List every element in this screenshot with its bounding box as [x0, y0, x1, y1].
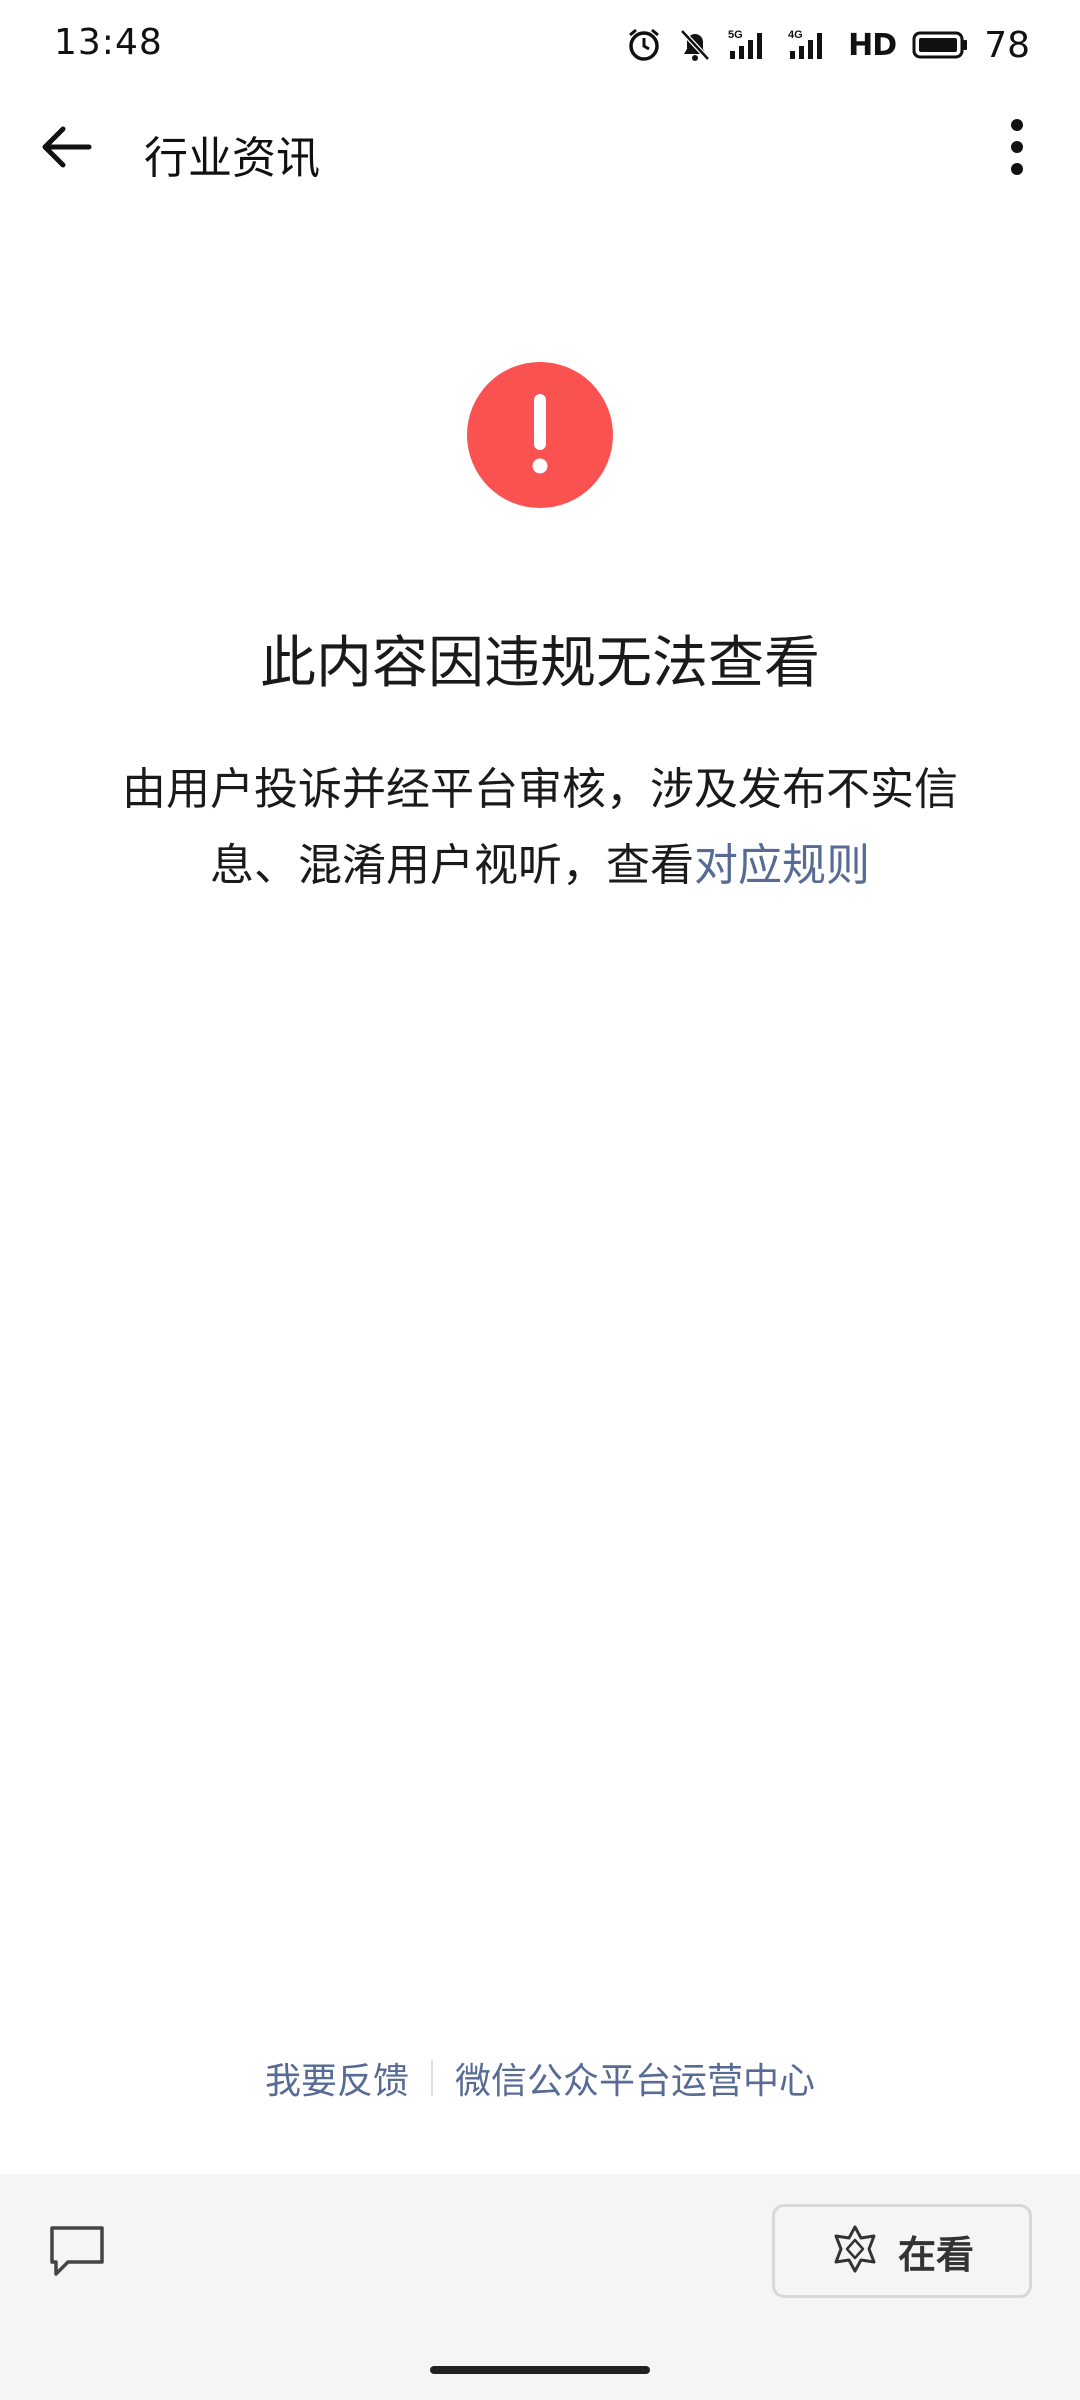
- watching-label: 在看: [897, 2232, 974, 2277]
- page-title: 行业资讯: [144, 133, 320, 184]
- warning-badge: [467, 362, 613, 508]
- exclamation-icon: [467, 362, 613, 508]
- more-vertical-icon: [1009, 119, 1025, 179]
- feedback-link[interactable]: 我要反馈: [265, 2052, 409, 2104]
- watching-button[interactable]: 在看: [772, 2204, 1032, 2298]
- comment-icon: [44, 2226, 110, 2288]
- rule-link[interactable]: 对应规则: [694, 840, 870, 891]
- signal-4g-icon: 4G: [788, 27, 832, 63]
- back-button[interactable]: [30, 114, 100, 184]
- status-bar: 13:48 5G 4G HD 78: [0, 0, 1080, 92]
- battery-icon: [912, 30, 968, 60]
- svg-text:4G: 4G: [788, 29, 803, 41]
- hd-label: HD: [848, 27, 897, 63]
- gesture-bar-area: [0, 2332, 1080, 2400]
- notice-title: 此内容因违规无法查看: [260, 631, 820, 696]
- notice-description: 由用户投诉并经平台审核，涉及发布不实信息、混淆用户视听，查看对应规则: [90, 752, 990, 904]
- platform-link[interactable]: 微信公众平台运营中心: [455, 2052, 815, 2104]
- svg-text:5G: 5G: [728, 29, 743, 41]
- alarm-icon: [626, 27, 662, 63]
- battery-percent: 78: [984, 24, 1030, 66]
- footer-links: 我要反馈 微信公众平台运营中心: [0, 2052, 1080, 2104]
- screen: 13:48 5G 4G HD 78 行业资讯 此内容因违规无法查看 由用户投诉并…: [0, 0, 1080, 2400]
- signal-5g-icon: 5G: [728, 27, 772, 63]
- comment-button[interactable]: [44, 2218, 110, 2284]
- silent-bell-icon: [678, 27, 712, 63]
- nav-bar: 行业资讯: [0, 92, 1080, 210]
- footer-divider: [431, 2060, 433, 2096]
- status-time: 13:48: [54, 22, 163, 63]
- more-button[interactable]: [982, 114, 1052, 184]
- watching-star-icon: [830, 2224, 880, 2278]
- back-arrow-icon: [37, 123, 93, 175]
- bottom-toolbar: 在看: [0, 2174, 1080, 2332]
- status-icons: 5G 4G HD 78: [626, 22, 1030, 68]
- home-indicator[interactable]: [430, 2366, 650, 2374]
